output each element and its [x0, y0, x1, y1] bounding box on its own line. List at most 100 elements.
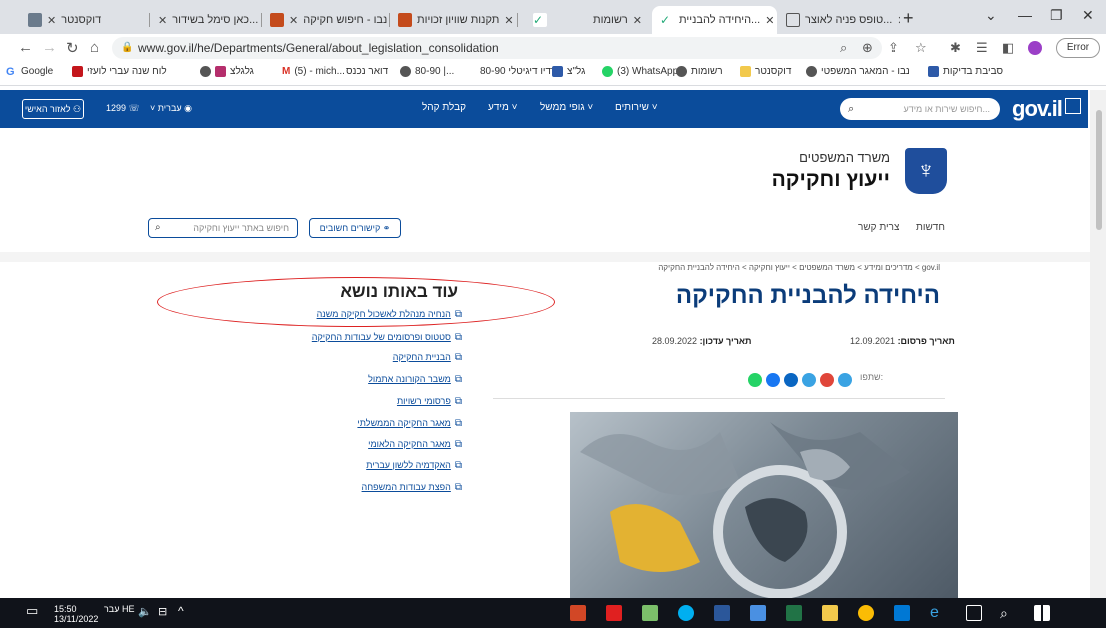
- url-field[interactable]: 🔒 www.gov.il/he/Departments/General/abou…: [112, 37, 882, 59]
- bookmark-inbox[interactable]: דואר נכנס: [346, 66, 388, 77]
- tab-2[interactable]: ✕ נבו - חיפוש חקיקה: [262, 6, 390, 34]
- reading-list-icon[interactable]: ☰: [976, 40, 988, 56]
- bookmark-whatsapp[interactable]: (3) WhatsApp: [602, 66, 678, 77]
- share-icon[interactable]: ⇪: [888, 40, 899, 56]
- gov-il-logo[interactable]: gov.il: [1012, 96, 1081, 122]
- search-icon[interactable]: ⌕: [1000, 605, 1016, 621]
- personal-area-button[interactable]: לאזור האישי ⚇: [22, 99, 84, 119]
- bookmark-test-env[interactable]: סביבת בדיקות: [928, 66, 1003, 77]
- search-icon[interactable]: ⌕: [848, 98, 854, 120]
- zoom-icon[interactable]: ⊕: [862, 40, 873, 56]
- telegram-icon[interactable]: [838, 373, 852, 387]
- email-icon[interactable]: [820, 373, 834, 387]
- windows-start-icon[interactable]: [1034, 605, 1050, 621]
- nav-reception[interactable]: קבלת קהל: [422, 102, 466, 113]
- search-icon[interactable]: ⌕: [155, 219, 161, 237]
- forward-icon[interactable]: →: [42, 39, 57, 56]
- close-tab-icon[interactable]: ✕: [897, 14, 900, 27]
- tab-3[interactable]: תקנות שוויון זכויות ✕: [390, 6, 518, 34]
- skype-icon[interactable]: [678, 605, 694, 621]
- related-link[interactable]: פרסומי רשויות ⧉: [397, 396, 462, 407]
- new-tab-icon[interactable]: +: [903, 8, 914, 29]
- acrobat-icon[interactable]: [606, 605, 622, 621]
- restore-icon[interactable]: ❐: [1050, 7, 1063, 24]
- bookmark-nevo[interactable]: נבו - המאגר המשפטי: [806, 66, 910, 77]
- facebook-icon[interactable]: [766, 373, 780, 387]
- phone-number[interactable]: 1299 ☏: [106, 103, 140, 114]
- scrollbar-thumb[interactable]: [1096, 110, 1102, 230]
- tab-6[interactable]: טופס פניה לאוצר... ✕: [778, 6, 900, 34]
- bookmark-google[interactable]: G Google: [6, 66, 53, 78]
- bookmark-gmail[interactable]: M (5) - mich...: [282, 66, 345, 77]
- related-link[interactable]: האקדמיה ללשון עברית ⧉: [366, 460, 462, 471]
- tab-4[interactable]: ✓ רשומות ✕: [525, 6, 650, 34]
- input-language[interactable]: עבר HE: [104, 604, 134, 614]
- tab-5-active[interactable]: ✓ היחידה להבניית... ✕: [652, 6, 777, 34]
- nav-gov-bodies[interactable]: גופי ממשל ˅: [540, 102, 593, 113]
- bookmark-radio[interactable]: רדיו דיגיטלי 80-90: [480, 66, 556, 77]
- tray-chevron-icon[interactable]: ^: [178, 605, 184, 617]
- close-tab-icon[interactable]: ✕: [633, 14, 642, 27]
- bookmark-80-90[interactable]: 80-90 |...: [400, 66, 454, 77]
- bookmark-docscenter[interactable]: דוקסנטר: [740, 66, 791, 77]
- side-panel-icon[interactable]: ◧: [1002, 40, 1014, 56]
- file-explorer-icon[interactable]: [822, 605, 838, 621]
- word-icon[interactable]: [714, 605, 730, 621]
- site-search-input[interactable]: ⌕ חיפוש באתר ייעוץ וחקיקה: [148, 218, 298, 238]
- breadcrumb[interactable]: gov.il > מדריכים ומידע > משרד המשפטים > …: [560, 263, 940, 272]
- excel-icon[interactable]: [786, 605, 802, 621]
- tab-0[interactable]: ✕ דוקסנטר: [20, 6, 150, 34]
- gov-search-input[interactable]: ⌕ חיפוש שירות או מידע...: [840, 98, 1000, 120]
- updated-date: תאריך עדכון: 28.09.2022: [652, 336, 752, 346]
- app-arrow-icon[interactable]: [750, 605, 766, 621]
- related-link[interactable]: מאגר החקיקה הממשלתי ⧉: [357, 418, 462, 429]
- bookmark-galgalatz[interactable]: גלגלצ: [200, 66, 254, 77]
- nav-info[interactable]: מידע ˅: [488, 102, 517, 113]
- web-globe-icon: [200, 66, 211, 77]
- subnav-news[interactable]: חדשות: [916, 222, 945, 233]
- whatsapp-share-icon[interactable]: [748, 373, 762, 387]
- reload-icon[interactable]: ↻: [66, 39, 79, 57]
- action-center-icon[interactable]: ▭: [26, 604, 38, 617]
- task-view-icon[interactable]: [966, 605, 982, 621]
- bookmark-galatz[interactable]: גל"צ: [552, 66, 585, 77]
- powerpoint-icon[interactable]: [570, 605, 586, 621]
- profile-avatar-icon[interactable]: [1028, 41, 1042, 55]
- chrome-icon[interactable]: [858, 605, 874, 621]
- language-selector[interactable]: ˅ עברית ◉: [150, 103, 192, 114]
- twitter-icon[interactable]: [802, 373, 816, 387]
- network-icon[interactable]: ⊟: [158, 607, 167, 618]
- back-icon[interactable]: ←: [18, 39, 33, 56]
- related-link[interactable]: משבר הקורונה אתמול ⧉: [368, 374, 462, 385]
- linkedin-icon[interactable]: [784, 373, 798, 387]
- extensions-icon[interactable]: ✱: [950, 40, 961, 56]
- close-tab-icon[interactable]: ✕: [158, 14, 167, 27]
- related-link[interactable]: הפצת עבודות המשפחה ⧉: [362, 482, 462, 493]
- close-tab-icon[interactable]: ✕: [504, 14, 513, 27]
- lock-icon: 🔒: [121, 42, 134, 53]
- edge-icon[interactable]: e: [930, 605, 946, 621]
- volume-icon[interactable]: 🔈: [138, 607, 152, 618]
- close-window-icon[interactable]: ✕: [1082, 7, 1094, 24]
- tab-1[interactable]: ✕ כאן סימל בשידור...: [150, 6, 262, 34]
- home-icon[interactable]: ⌂: [90, 39, 99, 56]
- related-link[interactable]: הבניית החקיקה ⧉: [393, 352, 462, 363]
- tab-search-icon[interactable]: ⌄: [985, 7, 997, 24]
- bookmark-calendar[interactable]: לוח שנה עברי לועזי: [72, 66, 167, 77]
- related-link[interactable]: מאגר החקיקה הלאומי ⧉: [368, 439, 462, 450]
- close-tab-icon[interactable]: ✕: [289, 14, 298, 27]
- close-tab-icon[interactable]: ✕: [47, 14, 56, 27]
- photos-icon[interactable]: [642, 605, 658, 621]
- nav-services[interactable]: שירותים ˅: [615, 102, 658, 113]
- bookmark-reshumot[interactable]: רשומות: [676, 66, 723, 77]
- search-page-icon[interactable]: ⌕: [840, 40, 847, 56]
- outlook-icon[interactable]: [894, 605, 910, 621]
- error-button[interactable]: Error: [1056, 38, 1100, 58]
- important-links-button[interactable]: קישורים חשובים ⚭: [309, 218, 401, 238]
- subnav-contact[interactable]: צרית קשר: [858, 222, 899, 233]
- clock[interactable]: 15:50 13/11/2022: [54, 604, 98, 624]
- bookmark-star-icon[interactable]: ☆: [915, 40, 927, 56]
- close-tab-icon[interactable]: ✕: [765, 14, 774, 27]
- minimize-icon[interactable]: —: [1018, 7, 1032, 23]
- related-link[interactable]: סטטוס ופרסומים של עבודות החקיקה ⧉: [312, 332, 462, 343]
